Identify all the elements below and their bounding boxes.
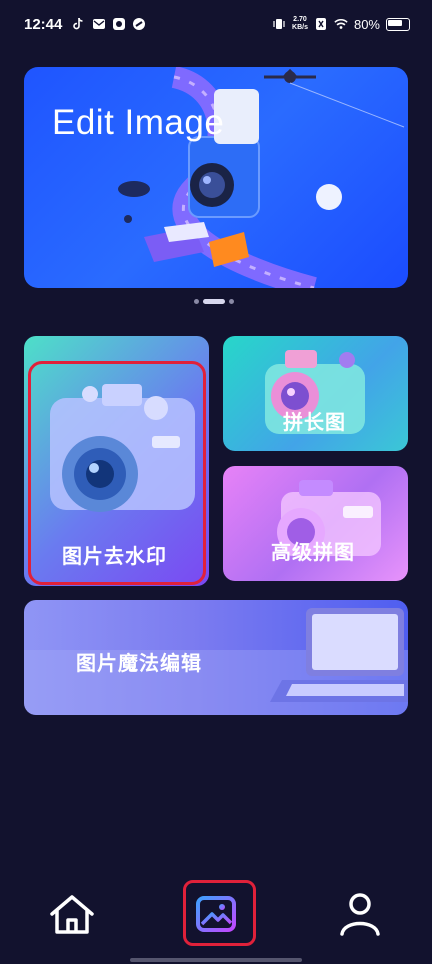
banner-pagination: [194, 299, 234, 304]
pagination-dot: [194, 299, 199, 304]
tiktok-icon: [73, 17, 83, 30]
banner-illustration: [118, 67, 405, 288]
magic-edit-label: 图片魔法编辑: [76, 653, 202, 675]
magic-edit-card[interactable]: 图片魔法编辑: [24, 600, 408, 715]
status-time: 12:44: [24, 16, 63, 33]
mail-icon: [93, 19, 105, 29]
link-icon: [133, 18, 145, 30]
nav-image-highlight: [183, 880, 256, 946]
pagination-dot-active: [203, 299, 225, 304]
nav-home[interactable]: [42, 884, 102, 944]
status-bar: 12:44 2.70 KB/s 80%: [0, 0, 432, 52]
sim-icon: [315, 18, 326, 30]
watermark-card-highlight: [28, 361, 206, 585]
home-icon: [50, 895, 94, 934]
app-icon: [113, 18, 125, 30]
advanced-collage-card[interactable]: 高级拼图: [223, 466, 408, 581]
long-image-label: 拼长图: [283, 412, 346, 434]
notification-icons: [72, 17, 146, 31]
battery-percent: 80%: [353, 16, 380, 32]
battery-icon: [386, 17, 410, 31]
banner-title: Edit Image: [52, 103, 225, 142]
pagination-dot: [229, 299, 234, 304]
user-icon: [340, 893, 380, 936]
vibrate-icon: [273, 19, 285, 29]
net-speed: 2.70 KB/s: [292, 16, 308, 31]
advanced-collage-label: 高级拼图: [271, 542, 355, 564]
nav-profile[interactable]: [330, 884, 390, 944]
wifi-icon: [334, 18, 348, 29]
long-image-card[interactable]: 拼长图: [223, 336, 408, 451]
status-right: 2.70 KB/s 80%: [272, 16, 410, 32]
edit-image-banner[interactable]: Edit Image: [24, 67, 408, 288]
gesture-bar[interactable]: [130, 958, 302, 962]
